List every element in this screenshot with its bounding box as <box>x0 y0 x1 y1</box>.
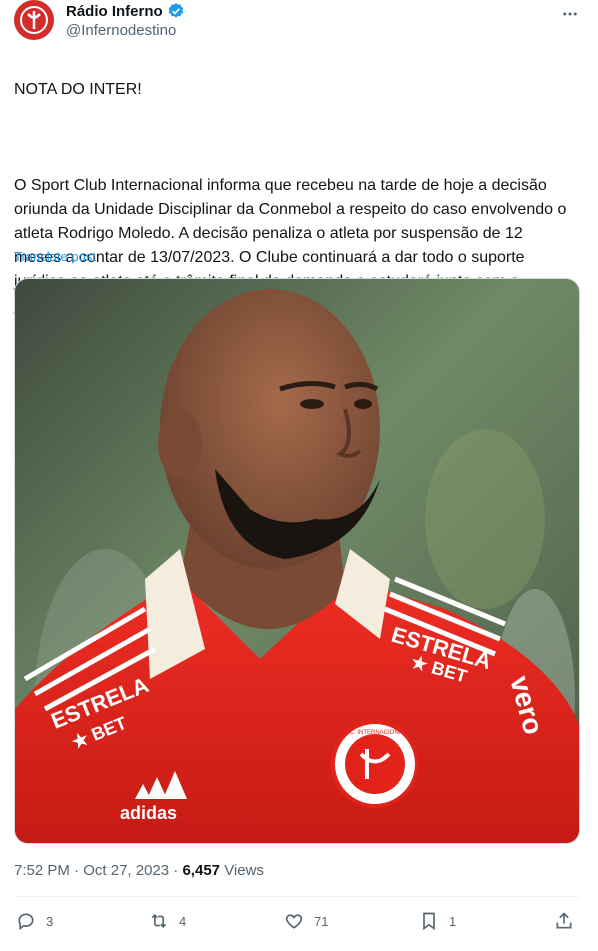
bookmark-icon <box>423 912 435 931</box>
translate-post-link[interactable]: Translate post <box>14 249 96 264</box>
share-button[interactable] <box>554 905 574 937</box>
post-header: Rádio Inferno @Infernodestino <box>14 0 590 48</box>
repost-button[interactable]: 4 <box>149 905 186 937</box>
reply-button[interactable]: 3 <box>16 905 53 937</box>
verified-badge-icon <box>168 3 183 18</box>
post-actions: 3 4 71 1 <box>14 905 580 937</box>
post-date[interactable]: Oct 27, 2023 <box>83 862 169 879</box>
post-headline: NOTA DO INTER! <box>14 81 142 98</box>
share-icon <box>556 912 572 929</box>
crest-text: S.C. INTERNACIONAL <box>344 730 407 736</box>
brand-text: adidas <box>120 803 177 823</box>
repost-icon <box>151 913 167 929</box>
repost-count: 4 <box>179 913 187 929</box>
bookmark-button[interactable]: 1 <box>419 905 456 937</box>
views-count: 6,457 <box>182 862 221 879</box>
like-button[interactable]: 71 <box>284 905 328 937</box>
divider <box>14 896 580 897</box>
author-name-row: Rádio Inferno <box>66 2 185 20</box>
player-photo: S.C. INTERNACIONAL ESTRELA ★ BET ESTRELA… <box>15 279 579 843</box>
bookmark-count: 1 <box>449 913 457 929</box>
author-name[interactable]: Rádio Inferno <box>66 3 163 20</box>
post-image[interactable]: S.C. INTERNACIONAL ESTRELA ★ BET ESTRELA… <box>14 278 580 844</box>
like-count: 71 <box>314 913 329 929</box>
more-options-icon[interactable] <box>560 4 580 24</box>
meta-separator: · <box>173 862 179 879</box>
reply-count: 3 <box>46 913 54 929</box>
views-label: Views <box>224 862 264 879</box>
author-handle[interactable]: @Infernodestino <box>66 22 176 39</box>
club-logo-icon <box>20 6 48 34</box>
reply-icon <box>18 913 34 931</box>
avatar[interactable] <box>14 0 54 40</box>
post-meta: 7:52 PM · Oct 27, 2023 · 6,457 Views <box>14 862 264 879</box>
meta-separator: · <box>74 862 80 879</box>
heart-icon <box>285 914 303 929</box>
post-time[interactable]: 7:52 PM <box>14 862 70 879</box>
